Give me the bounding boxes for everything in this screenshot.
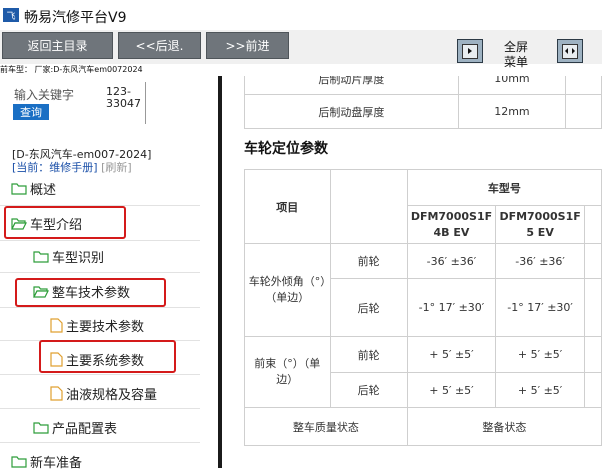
- brake-spec-table: 后制动片厚度 10mm 后制动盘厚度 12mm: [244, 76, 602, 129]
- table-header-model-1: DFM7000S1F4B EV: [406, 205, 497, 244]
- table-cell: [583, 205, 602, 244]
- table-cell: [583, 336, 602, 373]
- table-cell: -36′ ±36′: [406, 243, 497, 279]
- forward-button[interactable]: >>前进: [206, 32, 289, 59]
- tree-item-model-identification[interactable]: 车型识别: [33, 244, 104, 268]
- highlight-box: [4, 206, 126, 239]
- table-cell: [565, 94, 602, 129]
- front-wheel-label: 前轮: [329, 336, 408, 373]
- table-cell: -1° 17′ ±30′: [406, 278, 497, 337]
- table-header-model-2: DFM7000S1F5 EV: [495, 205, 585, 244]
- highlight-box: [15, 278, 166, 307]
- back-button[interactable]: <<后退.: [118, 32, 201, 59]
- document-icon: [50, 385, 63, 401]
- sidebar: 输入关键字 123- 33047 查询 [D-东风汽车-em007-2024] …: [0, 76, 218, 471]
- tree-item-main-tech-params[interactable]: 主要技术参数: [50, 313, 144, 337]
- collapse-left-button[interactable]: [457, 39, 483, 63]
- document-content: 后制动片厚度 10mm 后制动盘厚度 12mm 车轮定位参数 项目 车型号 DF…: [222, 76, 602, 468]
- tree-item-fluid-specs[interactable]: 油液规格及容量: [50, 381, 157, 405]
- table-cell: 后制动片厚度: [244, 76, 459, 95]
- input-divider: [145, 82, 146, 124]
- table-cell: [583, 372, 602, 408]
- folder-icon: [33, 250, 49, 263]
- keyword-label: 输入关键字: [14, 88, 75, 102]
- svg-text:飞: 飞: [6, 11, 15, 22]
- camber-label: 车轮外倾角（°）（单边）: [244, 243, 331, 337]
- folder-icon: [11, 455, 27, 468]
- title-bar: 飞 畅易汽修平台V9: [0, 0, 602, 30]
- table-header-model: 车型号: [406, 169, 602, 206]
- table-cell: [583, 278, 602, 337]
- window-title: 畅易汽修平台V9: [24, 10, 127, 26]
- folder-icon: [11, 182, 27, 195]
- table-cell: 后制动盘厚度: [244, 94, 459, 129]
- current-manual: [当前：维修手册] [刷新]: [12, 159, 132, 175]
- current-vehicle-status: 前车型： 厂家:D-东风汽车em0072024: [0, 65, 143, 74]
- mass-state-label: 整车质量状态: [244, 407, 408, 446]
- tree-separator: [0, 408, 200, 409]
- expand-button[interactable]: [557, 39, 583, 63]
- table-cell: [565, 76, 602, 95]
- keyword-input[interactable]: 123- 33047: [106, 86, 141, 110]
- table-header-item: 项目: [244, 169, 331, 244]
- table-cell: + 5′ ±5′: [406, 336, 497, 373]
- tree-separator: [0, 307, 200, 308]
- table-cell: 10mm: [457, 76, 567, 95]
- toe-label: 前束（°）（单边）: [244, 336, 331, 408]
- fullscreen-menu-label[interactable]: 全屏 菜单: [504, 40, 528, 70]
- highlight-box: [39, 340, 176, 373]
- table-cell: + 5′ ±5′: [495, 372, 585, 408]
- rear-wheel-label: 后轮: [329, 278, 408, 337]
- app-logo-icon: 飞: [3, 8, 19, 22]
- tree-separator: [0, 374, 200, 375]
- current-manual-link[interactable]: [当前：维修手册]: [12, 161, 98, 174]
- rear-wheel-label: 后轮: [329, 372, 408, 408]
- table-cell: + 5′ ±5′: [495, 336, 585, 373]
- table-cell: [330, 169, 408, 244]
- tree-item-product-config[interactable]: 产品配置表: [33, 415, 117, 439]
- front-wheel-label: 前轮: [329, 243, 408, 279]
- table-cell: + 5′ ±5′: [406, 372, 497, 408]
- wheel-alignment-table: 项目 车型号 DFM7000S1F4B EV DFM7000S1F5 EV 车轮…: [244, 169, 602, 446]
- mass-state-value: 整备状态: [406, 407, 602, 446]
- table-cell: 12mm: [457, 94, 567, 129]
- tree-separator: [0, 272, 200, 273]
- back-to-main-button[interactable]: 返回主目录: [2, 32, 113, 59]
- tree-item-new-car-prep[interactable]: 新车准备: [11, 449, 82, 473]
- arrows-outward-icon: [565, 48, 575, 54]
- tree-separator: [0, 240, 200, 241]
- section-title: 车轮定位参数: [244, 141, 328, 157]
- arrow-right-icon: [468, 48, 472, 54]
- folder-icon: [33, 421, 49, 434]
- table-cell: [583, 243, 602, 279]
- document-icon: [50, 317, 63, 333]
- query-button[interactable]: 查询: [13, 104, 49, 120]
- table-cell: -36′ ±36′: [495, 243, 585, 279]
- refresh-link[interactable]: [刷新]: [101, 161, 132, 174]
- table-cell: -1° 17′ ±30′: [495, 278, 585, 337]
- tree-item-overview[interactable]: 概述: [11, 176, 56, 200]
- tree-separator: [0, 442, 200, 443]
